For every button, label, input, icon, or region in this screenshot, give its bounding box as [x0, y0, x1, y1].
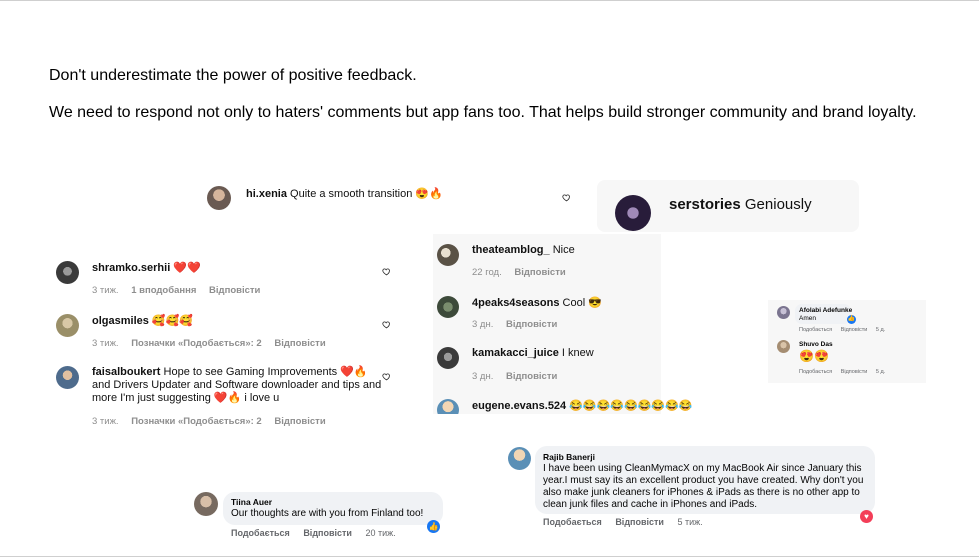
reply-link[interactable]: Відповісти [303, 528, 352, 538]
avatar[interactable] [437, 399, 459, 414]
thumbs-up-icon: 👍 [427, 520, 440, 533]
avatar[interactable] [56, 366, 79, 389]
timestamp: 3 дн. [472, 319, 494, 330]
heart-outline-icon[interactable] [562, 193, 571, 202]
reply-link[interactable]: Відповісти [274, 338, 325, 349]
comment-faisalboukert: faisalboukert Hope to see Gaming Improve… [92, 366, 382, 405]
username[interactable]: faisalboukert [92, 366, 160, 378]
comment-serstories: serstories Geniously [669, 196, 812, 213]
likes-count[interactable]: 1 вподобання [131, 285, 196, 296]
comment-meta: 3 тиж. Позначки «Подобається»: 2 Відпові… [92, 416, 336, 427]
thumbs-up-icon: 👍 [847, 315, 856, 324]
timestamp: 22 год. [472, 267, 502, 278]
comment-text: Amen [799, 315, 816, 322]
heart-filled-icon: ♥ [860, 510, 873, 523]
reply-link[interactable]: Відповісти [209, 285, 260, 296]
reply-link[interactable]: Відповісти [615, 517, 664, 527]
commenter-name[interactable]: Shuvo Das [799, 341, 833, 348]
commenter-name[interactable]: Afolabi Adefunke [799, 307, 852, 314]
avatar-clip [437, 399, 459, 414]
like-link[interactable]: Подобається [543, 517, 602, 527]
timestamp: 5 д. [875, 369, 886, 375]
like-link[interactable]: Подобається [799, 327, 832, 333]
like-link[interactable]: Подобається [799, 369, 832, 375]
avatar[interactable] [207, 186, 231, 210]
intro-line-1: Don't underestimate the power of positiv… [49, 67, 417, 84]
comment-shramko: shramko.serhii ❤️❤️ [92, 261, 201, 274]
timestamp: 5 д. [875, 327, 886, 333]
intro-line-2: We need to respond not only to haters' c… [49, 104, 917, 121]
comment-olgasmiles: olgasmiles 🥰🥰🥰 [92, 314, 193, 327]
avatar[interactable] [777, 306, 790, 319]
username[interactable]: olgasmiles [92, 315, 149, 327]
comment-meta: Подобається Відповісти 5 тиж. [543, 517, 714, 527]
username[interactable]: serstories [669, 196, 741, 213]
comment-text: Quite a smooth transition 😍🔥 [290, 188, 443, 200]
comment-meta: 22 год. Відповісти [472, 267, 576, 278]
timestamp: 3 тиж. [92, 285, 119, 296]
comment-meta: Подобається Відповісти 5 д. [799, 327, 892, 333]
comment-text: 😍😍 [799, 349, 829, 363]
like-link[interactable]: Подобається [231, 528, 290, 538]
comment-meta: Подобається Відповісти 5 д. [799, 369, 892, 375]
timestamp: 20 тиж. [365, 528, 396, 538]
avatar[interactable] [56, 261, 79, 284]
comment-kamakacci: kamakacci_juice I knew [472, 347, 594, 359]
heart-outline-icon[interactable] [382, 267, 391, 276]
reply-link[interactable]: Відповісти [274, 416, 325, 427]
username[interactable]: hi.xenia [246, 188, 287, 200]
avatar[interactable] [194, 492, 218, 516]
comment-text: Nice [552, 244, 575, 256]
reply-link[interactable]: Відповісти [506, 371, 557, 382]
comment-text: Cool 😎 [562, 297, 602, 309]
comment-4peaks4seasons: 4peaks4seasons Cool 😎 [472, 296, 602, 309]
comment-text: ❤️❤️ [173, 262, 201, 274]
heart-outline-icon[interactable] [382, 320, 391, 329]
username[interactable]: eugene.evans.524 [472, 400, 566, 412]
username[interactable]: shramko.serhii [92, 262, 170, 274]
commenter-name[interactable]: Tiina Auer [231, 497, 272, 507]
username[interactable]: theateamblog_ [472, 244, 550, 256]
comment-text: I knew [561, 347, 594, 359]
comment-text: 😂😂😂😂😂😂😂😂😂 [569, 400, 693, 412]
username[interactable]: kamakacci_juice [472, 347, 559, 359]
timestamp: 3 тиж. [92, 338, 119, 349]
timestamp: 3 дн. [472, 371, 494, 382]
comment-meta: 3 дн. Відповісти [472, 319, 567, 330]
username[interactable]: 4peaks4seasons [472, 297, 559, 309]
avatar[interactable] [508, 447, 531, 470]
reply-link[interactable]: Відповісти [841, 327, 868, 333]
comment-meta: 3 тиж. 1 вподобання Відповісти [92, 285, 270, 296]
reply-link[interactable]: Відповісти [841, 369, 868, 375]
comment-meta: 3 тиж. Позначки «Подобається»: 2 Відпові… [92, 338, 336, 349]
avatar[interactable] [437, 347, 459, 369]
avatar[interactable] [437, 244, 459, 266]
comment-theateamblog: theateamblog_ Nice [472, 244, 575, 256]
timestamp: 5 тиж. [677, 517, 703, 527]
comment-text: Geniously [744, 196, 812, 213]
comment-xenia: hi.xenia Quite a smooth transition 😍🔥 [246, 187, 443, 200]
reply-link[interactable]: Відповісти [514, 267, 565, 278]
timestamp: 3 тиж. [92, 416, 119, 427]
avatar[interactable] [615, 195, 651, 231]
comment-text: 🥰🥰🥰 [151, 315, 194, 327]
avatar[interactable] [777, 340, 790, 353]
heart-outline-icon[interactable] [382, 372, 391, 381]
comment-text: I have been using CleanMymacX on my MacB… [543, 463, 864, 510]
likes-count[interactable]: Позначки «Подобається»: 2 [131, 338, 261, 349]
comment-meta: Подобається Відповісти 20 тиж. [231, 528, 407, 538]
likes-count[interactable]: Позначки «Подобається»: 2 [131, 416, 261, 427]
avatar[interactable] [437, 296, 459, 318]
comment-eugene: eugene.evans.524 😂😂😂😂😂😂😂😂😂 [472, 399, 693, 412]
comment-meta: 3 дн. Відповісти [472, 371, 567, 382]
reply-link[interactable]: Відповісти [506, 319, 557, 330]
comment-text: Our thoughts are with you from Finland t… [231, 508, 424, 519]
avatar[interactable] [56, 314, 79, 337]
commenter-name[interactable]: Rajib Banerji [543, 452, 595, 462]
